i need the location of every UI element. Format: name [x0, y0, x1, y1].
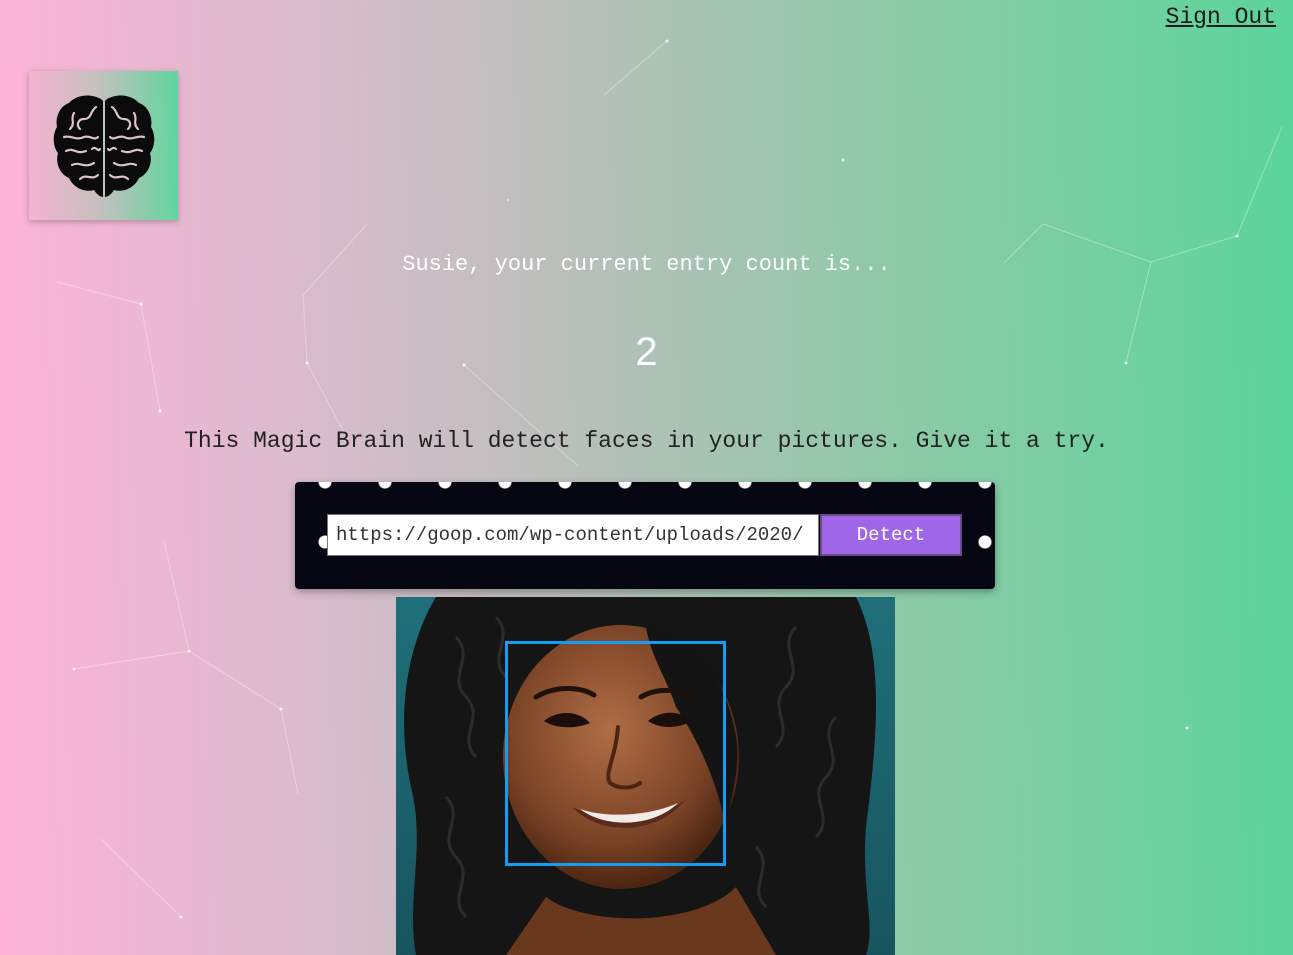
logo-card[interactable]: [29, 71, 178, 220]
image-link-form: Detect: [295, 482, 995, 589]
detect-button[interactable]: Detect: [820, 514, 962, 556]
face-bounding-box: [505, 641, 726, 866]
face-recognition-image: [396, 597, 895, 955]
intro-text: This Magic Brain will detect faces in yo…: [184, 428, 1109, 454]
entry-count: 2: [635, 330, 658, 374]
image-url-input[interactable]: [327, 514, 819, 556]
brain-icon: [53, 95, 154, 197]
sign-out-link[interactable]: Sign Out: [1166, 4, 1276, 30]
rank-message: Susie, your current entry count is...: [402, 252, 891, 277]
